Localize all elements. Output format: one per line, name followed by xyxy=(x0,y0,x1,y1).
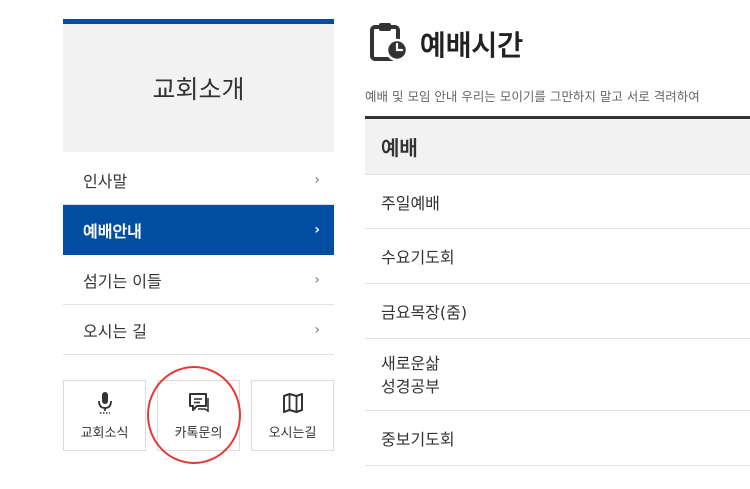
row-label: 주일예배 xyxy=(381,193,440,213)
church-news-button[interactable]: 교회소식 xyxy=(63,380,146,451)
directions-button[interactable]: 오시는길 xyxy=(251,380,334,451)
worship-schedule-table: 예배 주일예배 수요기도회 금요목장(줌) 새로운삶 성경공부 중보기도회 xyxy=(365,116,750,466)
sidebar-item-worship-guide[interactable]: 예배안내 › xyxy=(63,205,334,255)
row-label: 수요기도회 xyxy=(381,248,455,267)
clipboard-clock-icon xyxy=(370,21,410,67)
table-row: 수요기도회 xyxy=(365,229,750,284)
sidebar-item-label: 섬기는 이들 xyxy=(83,271,162,291)
side-menu: 인사말 › 예배안내 › 섬기는 이들 › 오시는 길 › xyxy=(63,155,334,355)
microphone-icon xyxy=(96,390,114,416)
row-label: 새로운삶 xyxy=(381,353,440,373)
map-icon xyxy=(282,390,304,416)
sidebar-header: 교회소개 xyxy=(63,19,334,152)
sidebar-item-directions[interactable]: 오시는 길 › xyxy=(63,305,334,355)
chevron-right-icon: › xyxy=(314,271,320,288)
table-row: 주일예배 xyxy=(365,175,750,229)
sidebar-item-label: 인사말 xyxy=(83,171,128,191)
quick-link-label: 교회소식 xyxy=(80,426,129,441)
sidebar-item-label: 오시는 길 xyxy=(83,321,147,341)
quick-link-label: 오시는길 xyxy=(268,426,317,441)
table-header: 예배 xyxy=(365,119,750,175)
chevron-right-icon: › xyxy=(314,221,320,238)
page-title: 예배시간 xyxy=(420,29,524,62)
sidebar-item-label: 예배안내 xyxy=(83,221,142,241)
table-row: 금요목장(줌) xyxy=(365,284,750,339)
row-label: 성경공부 xyxy=(381,376,440,396)
quick-links: 교회소식 카톡문의 오시는길 xyxy=(63,380,334,451)
table-row: 새로운삶 성경공부 xyxy=(365,339,750,411)
row-label: 중보기도회 xyxy=(381,430,455,449)
chat-bubble-icon xyxy=(188,390,210,416)
quick-link-label: 카톡문의 xyxy=(174,426,223,441)
chevron-right-icon: › xyxy=(314,321,320,338)
page-header: 예배시간 xyxy=(370,22,523,66)
sidebar-item-staff[interactable]: 섬기는 이들 › xyxy=(63,255,334,305)
sidebar-title: 교회소개 xyxy=(152,75,245,104)
kakao-inquiry-button[interactable]: 카톡문의 xyxy=(157,380,240,451)
row-label: 금요목장(줌) xyxy=(381,303,468,322)
sidebar-item-greeting[interactable]: 인사말 › xyxy=(63,155,334,205)
table-row: 중보기도회 xyxy=(365,411,750,466)
page-subtitle: 예배 및 모임 안내 우리는 모이기를 그만하지 말고 서로 격려하여 xyxy=(365,89,700,104)
chevron-right-icon: › xyxy=(314,171,320,188)
